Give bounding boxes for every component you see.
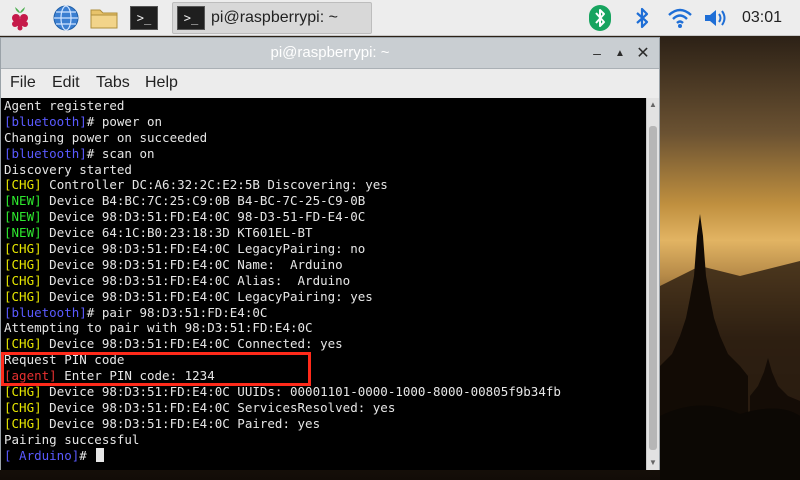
bluetooth-active-icon[interactable] bbox=[586, 4, 614, 32]
line-tag: [bluetooth] bbox=[4, 304, 87, 320]
line-text: Attempting to pair with 98:D3:51:FD:E4:0… bbox=[4, 320, 313, 336]
line-text: Changing power on succeeded bbox=[4, 129, 208, 145]
window-title: pi@raspberrypi: ~ bbox=[270, 44, 390, 61]
line-text: # bbox=[79, 447, 95, 463]
terminal-line: Agent registered bbox=[4, 98, 561, 114]
task-label: pi@raspberrypi: ~ bbox=[211, 9, 338, 26]
close-button[interactable]: ✕ bbox=[633, 43, 653, 63]
taskbar: >_ >_ pi@raspberrypi: ~ 03:01 bbox=[0, 0, 800, 36]
line-tag: [ Arduino] bbox=[4, 447, 80, 463]
terminal-line: Discovery started bbox=[4, 162, 561, 178]
terminal-line: Attempting to pair with 98:D3:51:FD:E4:0… bbox=[4, 320, 561, 336]
menu-tabs[interactable]: Tabs bbox=[96, 74, 130, 92]
maximize-button[interactable]: ▲ bbox=[610, 43, 630, 63]
menu-bar: File Edit Tabs Help bbox=[1, 69, 659, 97]
line-tag: [NEW] bbox=[4, 225, 42, 241]
terminal-line: [CHG] Device 98:D3:51:FD:E4:0C LegacyPai… bbox=[4, 241, 561, 257]
line-tag: [NEW] bbox=[4, 193, 42, 209]
terminal-lines: Agent registered [bluetooth]# power on Cha… bbox=[4, 98, 561, 463]
line-text: Discovery started bbox=[4, 161, 132, 177]
volume-icon[interactable] bbox=[702, 4, 730, 32]
file-manager-icon[interactable] bbox=[90, 4, 118, 32]
line-text: Device 64:1C:B0:23:18:3D KT601EL-BT bbox=[41, 225, 313, 241]
line-text: Controller DC:A6:32:2C:E2:5B Discovering… bbox=[41, 177, 388, 193]
minimize-icon: ‒ bbox=[593, 45, 601, 61]
line-tag: [bluetooth] bbox=[4, 113, 87, 129]
line-tag: [CHG] bbox=[4, 256, 42, 272]
line-tag: [CHG] bbox=[4, 241, 42, 257]
terminal-line: [CHG] Device 98:D3:51:FD:E4:0C ServicesR… bbox=[4, 400, 561, 416]
raspberry-menu-icon[interactable] bbox=[6, 4, 34, 32]
terminal-line: [CHG] Device 98:D3:51:FD:E4:0C Name: Ard… bbox=[4, 257, 561, 273]
line-text: Device 98:D3:51:FD:E4:0C UUIDs: 00001101… bbox=[41, 384, 561, 400]
line-tag: [CHG] bbox=[4, 384, 42, 400]
terminal-line: [ Arduino]# bbox=[4, 447, 561, 464]
line-text: Device 98:D3:51:FD:E4:0C 98-D3-51-FD-E4-… bbox=[41, 209, 366, 225]
terminal-window: pi@raspberrypi: ~ ‒ ▲ ✕ File Edit Tabs H… bbox=[0, 37, 660, 470]
line-text: Device 98:D3:51:FD:E4:0C LegacyPairing: … bbox=[41, 241, 366, 257]
line-text: # pair 98:D3:51:FD:E4:0C bbox=[86, 304, 268, 320]
line-text: Pairing successful bbox=[4, 431, 140, 447]
bluetooth-icon[interactable] bbox=[628, 4, 656, 32]
terminal-line: [CHG] Device 98:D3:51:FD:E4:0C Paired: y… bbox=[4, 416, 561, 432]
text-cursor bbox=[96, 447, 105, 462]
line-text: Device 98:D3:51:FD:E4:0C Alias: Arduino bbox=[41, 272, 351, 288]
line-text: # scan on bbox=[86, 145, 155, 161]
line-tag: [CHG] bbox=[4, 288, 42, 304]
close-icon: ✕ bbox=[636, 45, 650, 62]
terminal-line: [CHG] Device 98:D3:51:FD:E4:0C Alias: Ar… bbox=[4, 273, 561, 289]
terminal-line: [bluetooth]# power on bbox=[4, 114, 561, 130]
line-tag: [CHG] bbox=[4, 177, 42, 193]
terminal-output[interactable]: Agent registered [bluetooth]# power on Cha… bbox=[1, 98, 646, 470]
line-text: Device B4:BC:7C:25:C9:0B B4-BC-7C-25-C9-… bbox=[41, 193, 366, 209]
wifi-icon[interactable] bbox=[666, 4, 694, 32]
terminal-line: [CHG] Controller DC:A6:32:2C:E2:5B Disco… bbox=[4, 177, 561, 193]
minimize-button[interactable]: ‒ bbox=[587, 43, 607, 63]
scroll-thumb[interactable] bbox=[649, 126, 657, 450]
menu-help[interactable]: Help bbox=[145, 74, 178, 92]
menu-file[interactable]: File bbox=[10, 74, 36, 92]
scroll-up-icon[interactable]: ▲ bbox=[648, 100, 658, 110]
line-text: Device 98:D3:51:FD:E4:0C Name: Arduino bbox=[41, 256, 343, 272]
clock[interactable]: 03:01 bbox=[742, 9, 782, 27]
line-text: Agent registered bbox=[4, 98, 125, 113]
vertical-scrollbar[interactable]: ▲ ▼ bbox=[646, 98, 659, 470]
terminal-line: Changing power on succeeded bbox=[4, 130, 561, 146]
line-tag: [CHG] bbox=[4, 399, 42, 415]
menu-edit[interactable]: Edit bbox=[52, 74, 80, 92]
maximize-icon: ▲ bbox=[615, 47, 625, 59]
line-text: Device 98:D3:51:FD:E4:0C Connected: yes bbox=[41, 336, 343, 352]
terminal-icon: >_ bbox=[177, 6, 205, 30]
line-text: Device 98:D3:51:FD:E4:0C Paired: yes bbox=[41, 415, 321, 431]
line-tag: [CHG] bbox=[4, 272, 42, 288]
line-tag: [CHG] bbox=[4, 415, 42, 431]
terminal-line: [CHG] Device 98:D3:51:FD:E4:0C UUIDs: 00… bbox=[4, 384, 561, 400]
pin-code-highlight bbox=[1, 352, 311, 386]
web-browser-icon[interactable] bbox=[52, 4, 80, 32]
terminal-line: Pairing successful bbox=[4, 432, 561, 448]
terminal-line: [CHG] Device 98:D3:51:FD:E4:0C Connected… bbox=[4, 336, 561, 352]
line-tag: [NEW] bbox=[4, 209, 42, 225]
terminal-icon[interactable]: >_ bbox=[130, 4, 158, 32]
line-text: Device 98:D3:51:FD:E4:0C ServicesResolve… bbox=[41, 399, 396, 415]
taskbar-task-terminal[interactable]: >_ pi@raspberrypi: ~ bbox=[172, 2, 372, 34]
terminal-line: [NEW] Device 64:1C:B0:23:18:3D KT601EL-B… bbox=[4, 225, 561, 241]
line-tag: [CHG] bbox=[4, 336, 42, 352]
window-titlebar[interactable]: pi@raspberrypi: ~ ‒ ▲ ✕ bbox=[1, 38, 659, 69]
terminal-line: [CHG] Device 98:D3:51:FD:E4:0C LegacyPai… bbox=[4, 289, 561, 305]
line-tag: [bluetooth] bbox=[4, 145, 87, 161]
line-text: # power on bbox=[86, 113, 163, 129]
line-text: Device 98:D3:51:FD:E4:0C LegacyPairing: … bbox=[41, 288, 373, 304]
scroll-down-icon[interactable]: ▼ bbox=[648, 458, 658, 468]
terminal-line: [NEW] Device 98:D3:51:FD:E4:0C 98-D3-51-… bbox=[4, 209, 561, 225]
terminal-line: [bluetooth]# scan on bbox=[4, 146, 561, 162]
terminal-line: [NEW] Device B4:BC:7C:25:C9:0B B4-BC-7C-… bbox=[4, 193, 561, 209]
terminal-line: [bluetooth]# pair 98:D3:51:FD:E4:0C bbox=[4, 305, 561, 321]
